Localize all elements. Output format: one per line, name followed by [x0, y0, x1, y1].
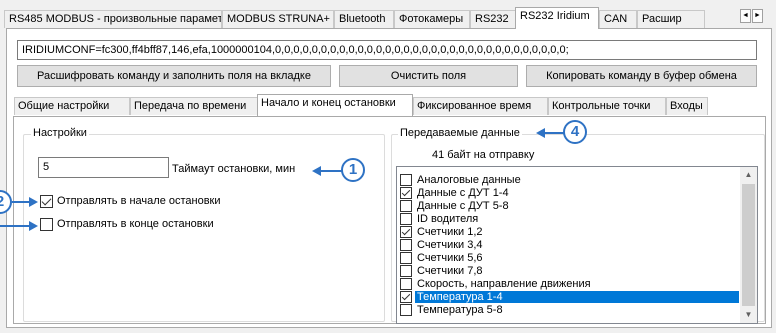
stop-timeout-input[interactable]: 5 [38, 157, 169, 178]
top-tab-strip: RS485 MODBUS - произвольные параметры MO… [0, 0, 776, 29]
list-item-checkbox[interactable] [400, 239, 412, 251]
list-item-label: Аналоговые данные [417, 174, 521, 186]
tab-can[interactable]: CAN [599, 10, 637, 28]
callout-1-arrow [320, 170, 342, 172]
command-input[interactable]: IRIDIUMCONF=fc300,ff4bff87,146,efa,10000… [17, 40, 757, 60]
list-item[interactable]: Счетчики 1,2 [400, 226, 739, 239]
tab-time-transmission[interactable]: Передача по времени [130, 97, 258, 115]
list-item-checkbox[interactable] [400, 187, 412, 199]
stop-timeout-label: Таймаут остановки, мин [172, 163, 296, 175]
copy-command-button[interactable]: Копировать команду в буфер обмена [526, 65, 757, 87]
list-item-label: Температура 1-4 [415, 291, 739, 303]
decode-command-button[interactable]: Расшифровать команду и заполнить поля на… [17, 65, 331, 87]
tab-stop-start-end[interactable]: Начало и конец остановки [257, 94, 413, 116]
list-item[interactable]: Счетчики 7,8 [400, 265, 739, 278]
callout-4-arrow [544, 132, 564, 134]
list-item-label: ID водителя [417, 213, 479, 225]
tab-extended[interactable]: Расшир [637, 10, 705, 28]
callout-1-arrowhead [312, 166, 321, 176]
callout-4-arrowhead [536, 128, 545, 138]
send-at-stop-end-checkbox[interactable] [40, 218, 53, 231]
list-item[interactable]: Скорость, направление движения [400, 278, 739, 291]
list-scrollbar[interactable]: ▲ ▼ [740, 167, 757, 323]
tab-rs232-iridium[interactable]: RS232 Iridium [515, 7, 599, 29]
callout-3-arrow [0, 225, 30, 227]
list-item-label: Счетчики 1,2 [417, 226, 483, 238]
list-item-label: Температура 5-8 [417, 304, 503, 316]
tab-checkpoints[interactable]: Контрольные точки [548, 97, 666, 115]
list-item-checkbox[interactable] [400, 252, 412, 264]
list-item-checkbox[interactable] [400, 200, 412, 212]
tab-photocameras[interactable]: Фотокамеры [394, 10, 470, 28]
clear-fields-button[interactable]: Очистить поля [339, 65, 518, 87]
list-item-label: Данные с ДУТ 5-8 [417, 200, 509, 212]
tab-rs485-modbus[interactable]: RS485 MODBUS - произвольные параметры [4, 10, 222, 28]
send-at-stop-start-checkbox[interactable] [40, 195, 53, 208]
send-at-stop-end-label: Отправлять в конце остановки [57, 218, 214, 230]
transmitted-data-title: Передаваемые данные [398, 127, 522, 139]
list-item-checkbox[interactable] [400, 226, 412, 238]
callout-3-arrowhead [29, 221, 38, 231]
callout-4: 4 [563, 120, 587, 144]
list-item-checkbox[interactable] [400, 278, 412, 290]
list-item[interactable]: Данные с ДУТ 1-4 [400, 187, 739, 200]
list-item-checkbox[interactable] [400, 304, 412, 316]
tab-modbus-struna[interactable]: MODBUS STRUNA+ [222, 10, 334, 28]
list-item[interactable]: Данные с ДУТ 5-8 [400, 200, 739, 213]
bytes-to-send-info: 41 байт на отправку [432, 149, 535, 161]
tab-fixed-time[interactable]: Фиксированное время [413, 97, 548, 115]
tab-rs232[interactable]: RS232 [470, 10, 516, 28]
scrollbar-thumb[interactable] [742, 184, 755, 306]
callout-2-arrowhead [29, 197, 38, 207]
send-at-stop-start-label: Отправлять в начале остановки [57, 195, 221, 207]
list-item-label: Скорость, направление движения [417, 278, 591, 290]
list-item-checkbox[interactable] [400, 265, 412, 277]
list-item[interactable]: Счетчики 3,4 [400, 239, 739, 252]
list-item-label: Данные с ДУТ 1-4 [417, 187, 509, 199]
list-item[interactable]: Аналоговые данные [400, 174, 739, 187]
list-item-label: Счетчики 5,6 [417, 252, 483, 264]
tab-inputs[interactable]: Входы [666, 97, 708, 115]
callout-1: 1 [341, 158, 365, 182]
settings-group-title: Настройки [31, 127, 89, 139]
list-item-checkbox[interactable] [400, 291, 412, 303]
tab-scroll-left-button[interactable]: ◄ [740, 9, 751, 23]
list-item[interactable]: Температура 5-8 [400, 304, 739, 317]
tab-general-settings[interactable]: Общие настройки [14, 97, 130, 115]
list-item-label: Счетчики 3,4 [417, 239, 483, 251]
list-item[interactable]: Счетчики 5,6 [400, 252, 739, 265]
list-item-label: Счетчики 7,8 [417, 265, 483, 277]
list-item[interactable]: ID водителя [400, 213, 739, 226]
sub-tab-strip: Общие настройки Передача по времени Нача… [0, 92, 776, 118]
chevron-down-icon[interactable]: ▼ [740, 308, 757, 322]
tab-bluetooth[interactable]: Bluetooth [334, 10, 394, 28]
list-item-selected[interactable]: Температура 1-4 [400, 291, 739, 304]
list-item-checkbox[interactable] [400, 213, 412, 225]
callout-2-arrow [12, 201, 30, 203]
chevron-up-icon[interactable]: ▲ [740, 168, 757, 182]
tab-scroll-right-button[interactable]: ► [752, 9, 763, 23]
transmitted-data-list[interactable]: Аналоговые данные Данные с ДУТ 1-4 Данны… [396, 166, 758, 324]
list-item-checkbox[interactable] [400, 174, 412, 186]
